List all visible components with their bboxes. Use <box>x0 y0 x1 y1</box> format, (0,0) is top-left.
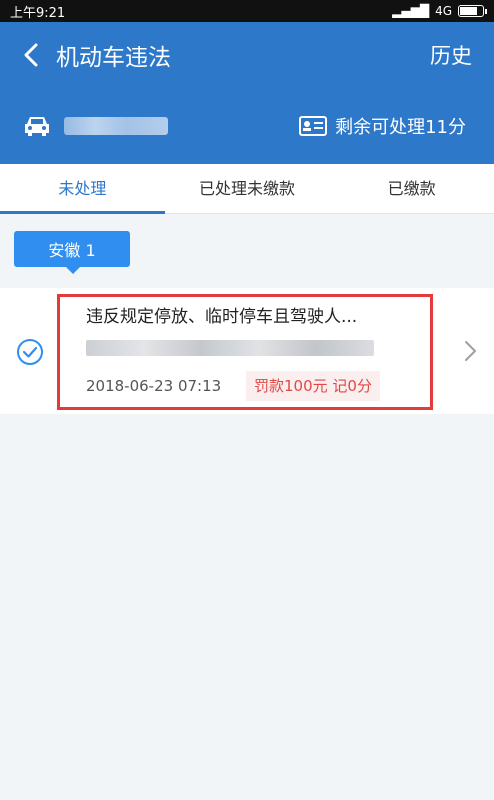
status-tabs: 未处理 已处理未缴款 已缴款 <box>0 164 494 214</box>
remaining-points-label: 剩余可处理11分 <box>335 117 466 138</box>
chevron-right-icon <box>465 341 476 361</box>
car-icon <box>25 117 49 136</box>
penalty-badge: 罚款100元 记0分 <box>246 371 380 401</box>
license-plate-blurred <box>64 117 168 135</box>
vehicle-info-bar: 剩余可处理11分 <box>0 88 494 164</box>
violation-card[interactable]: 违反规定停放、临时停车且驾驶人... 2018-06-23 07:13 罚款10… <box>0 288 494 414</box>
violation-datetime: 2018-06-23 07:13 <box>86 377 222 395</box>
app-header: 机动车违法 历史 剩余可处理11分 <box>0 22 494 164</box>
page-title: 机动车违法 <box>56 45 171 71</box>
history-button[interactable]: 历史 <box>430 40 472 70</box>
region-chip[interactable]: 安徽 1 <box>14 231 130 274</box>
tab-paid[interactable]: 已缴款 <box>329 164 494 213</box>
title-bar: 机动车违法 历史 <box>0 22 494 88</box>
status-icons: ▂▄▆█ 4G <box>392 4 487 18</box>
back-arrow-icon <box>24 43 38 67</box>
remaining-points: 剩余可处理11分 <box>299 113 466 139</box>
back-button[interactable] <box>16 40 46 70</box>
tab-processed-unpaid[interactable]: 已处理未缴款 <box>165 164 330 213</box>
tab-unprocessed[interactable]: 未处理 <box>0 164 165 214</box>
license-card-icon <box>299 116 328 136</box>
signal-icon: ▂▄▆█ <box>392 4 430 18</box>
violation-location-blurred <box>86 340 374 356</box>
violation-title: 违反规定停放、临时停车且驾驶人... <box>86 307 358 327</box>
battery-icon <box>458 5 487 17</box>
network-type: 4G <box>435 4 452 18</box>
check-circle-icon[interactable] <box>16 338 44 366</box>
status-bar: 上午9:21 ▂▄▆█ 4G <box>0 0 494 22</box>
status-time: 上午9:21 <box>10 5 66 21</box>
